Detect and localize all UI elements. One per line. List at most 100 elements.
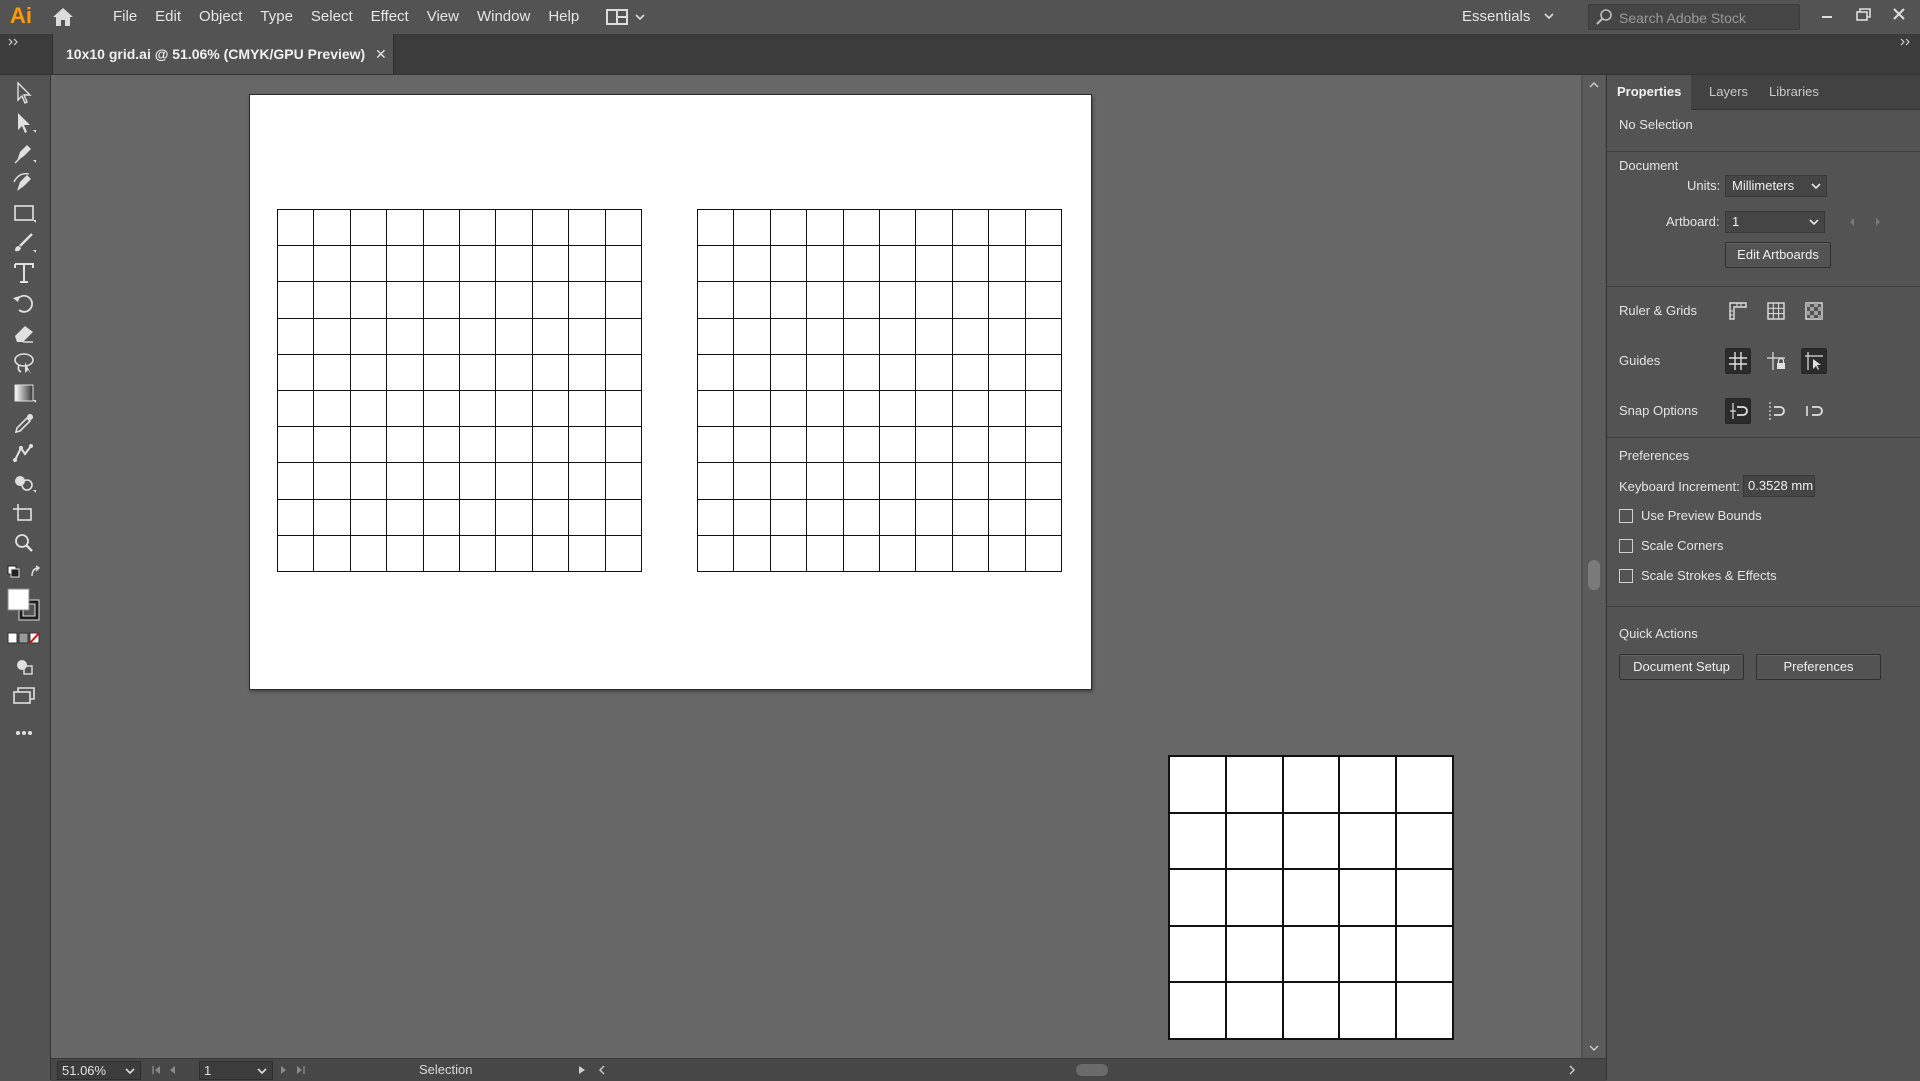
close-window-button[interactable] <box>1886 4 1912 26</box>
show-rulers-button[interactable] <box>1725 298 1751 324</box>
tab-libraries[interactable]: Libraries <box>1759 75 1829 109</box>
menu-select[interactable]: Select <box>302 0 362 34</box>
section-ruler-grids: Ruler & Grids <box>1619 303 1698 318</box>
selection-tool[interactable] <box>9 80 39 106</box>
tab-properties[interactable]: Properties <box>1607 75 1692 110</box>
snap-to-point-button[interactable] <box>1725 398 1751 424</box>
artboard-tool[interactable] <box>9 500 39 526</box>
swap-fill-stroke[interactable] <box>6 564 42 582</box>
edit-toolbar[interactable] <box>9 720 39 746</box>
paintbrush-tool[interactable] <box>9 230 39 256</box>
status-menu-icon[interactable] <box>577 1064 587 1076</box>
gradient-tool[interactable] <box>9 380 39 406</box>
snap-to-glyph-button[interactable] <box>1801 398 1827 424</box>
scroll-right-icon[interactable] <box>1567 1064 1577 1076</box>
eyedropper-tool[interactable] <box>9 410 39 436</box>
scroll-up-icon[interactable] <box>1588 81 1600 89</box>
screen-mode[interactable] <box>9 683 39 709</box>
close-tab-icon[interactable]: ✕ <box>375 34 387 74</box>
pen-tool[interactable] <box>9 140 39 166</box>
units-value: Millimeters <box>1732 178 1795 193</box>
menu-edit[interactable]: Edit <box>146 0 190 34</box>
show-guides-button[interactable] <box>1725 348 1751 374</box>
lasso-tool[interactable] <box>9 350 39 376</box>
preferences-button[interactable]: Preferences <box>1756 654 1881 680</box>
menu-window[interactable]: Window <box>468 0 539 34</box>
search-input[interactable] <box>1617 7 1797 29</box>
snap-pixel-icon <box>1769 402 1785 420</box>
home-button[interactable] <box>50 5 76 29</box>
menu-file[interactable]: File <box>104 0 146 34</box>
edit-artboards-button[interactable]: Edit Artboards <box>1725 242 1831 268</box>
menu-type[interactable]: Type <box>251 0 302 34</box>
smart-guides-button[interactable] <box>1801 348 1827 374</box>
grid-cell <box>532 282 570 319</box>
scroll-left-icon[interactable] <box>597 1064 607 1076</box>
workspace-switcher[interactable]: Essentials <box>1462 0 1566 34</box>
color-mode-buttons[interactable] <box>6 631 42 645</box>
draw-mode[interactable] <box>9 653 39 679</box>
chevron-down-icon[interactable] <box>256 1066 268 1076</box>
scale-strokes-option[interactable]: Scale Strokes & Effects <box>1619 567 1879 585</box>
next-artboard-icon[interactable] <box>1873 216 1883 228</box>
keyboard-increment-field[interactable]: 0.3528 mm <box>1743 475 1815 497</box>
rectangle-tool[interactable] <box>9 200 39 226</box>
use-preview-bounds-option[interactable]: Use Preview Bounds <box>1619 507 1879 525</box>
menu-view[interactable]: View <box>418 0 468 34</box>
first-artboard-icon[interactable] <box>151 1064 191 1076</box>
artboard-number: 1 <box>204 1063 212 1078</box>
grid-cell <box>880 282 917 319</box>
vertical-scrollbar[interactable] <box>1583 75 1605 1058</box>
collapse-toolbar-icon[interactable] <box>8 38 20 46</box>
menu-help[interactable]: Help <box>539 0 588 34</box>
artboard-select[interactable]: 1 <box>1725 211 1825 233</box>
restore-icon <box>1856 8 1871 21</box>
use-preview-bounds-checkbox[interactable] <box>1619 509 1633 523</box>
minimize-button[interactable] <box>1814 4 1840 26</box>
document-tab[interactable]: 10x10 grid.ai @ 51.06% (CMYK/GPU Preview… <box>52 34 394 74</box>
puppet-warp-tool[interactable] <box>9 440 39 466</box>
shape-builder-tool[interactable] <box>9 470 39 496</box>
rotate-tool[interactable] <box>9 290 39 316</box>
search-adobe-stock[interactable] <box>1588 4 1800 30</box>
scroll-down-icon[interactable] <box>1588 1044 1600 1052</box>
collapse-panels-icon[interactable] <box>1900 38 1912 46</box>
canvas-area[interactable] <box>51 75 1581 1058</box>
show-grid-button[interactable] <box>1763 298 1789 324</box>
fill-stroke-swatches[interactable] <box>6 587 42 623</box>
artboard[interactable] <box>249 94 1092 690</box>
snap-to-pixel-button[interactable] <box>1763 398 1789 424</box>
last-artboard-icon[interactable] <box>277 1064 317 1076</box>
grid-10x10-left[interactable] <box>277 209 642 572</box>
menu-effect[interactable]: Effect <box>362 0 418 34</box>
curvature-tool[interactable] <box>9 170 39 196</box>
grid-cell <box>952 354 990 391</box>
zoom-tool[interactable] <box>9 530 39 556</box>
restore-button[interactable] <box>1850 4 1876 26</box>
grid-5x5[interactable] <box>1168 755 1454 1040</box>
previous-artboard-icon[interactable] <box>1847 216 1857 228</box>
menu-object[interactable]: Object <box>190 0 251 34</box>
zoom-level-field[interactable]: 51.06% <box>57 1061 141 1080</box>
scale-corners-option[interactable]: Scale Corners <box>1619 537 1879 555</box>
lock-guides-button[interactable] <box>1763 348 1789 374</box>
artboard-navigation-field[interactable]: 1 <box>199 1061 273 1080</box>
arrange-documents-button[interactable] <box>606 6 652 28</box>
grid-cell <box>1226 813 1284 871</box>
grid-cell <box>989 210 1026 247</box>
grid-10x10-right[interactable] <box>697 209 1062 572</box>
eraser-tool[interactable] <box>9 320 39 346</box>
scale-strokes-checkbox[interactable] <box>1619 569 1633 583</box>
units-select[interactable]: Millimeters <box>1725 175 1827 197</box>
chevron-down-icon[interactable] <box>124 1066 136 1076</box>
scale-corners-checkbox[interactable] <box>1619 539 1633 553</box>
tab-layers[interactable]: Layers <box>1699 75 1758 109</box>
direct-selection-tool[interactable] <box>9 110 39 136</box>
grid-cell <box>314 354 351 391</box>
type-tool[interactable] <box>9 260 39 286</box>
document-setup-button[interactable]: Document Setup <box>1619 654 1744 680</box>
transparency-grid-button[interactable] <box>1801 298 1827 324</box>
horizontal-scroll-thumb[interactable] <box>1076 1064 1108 1076</box>
vertical-scroll-thumb[interactable] <box>1588 560 1600 590</box>
grid-cell <box>1170 926 1227 984</box>
